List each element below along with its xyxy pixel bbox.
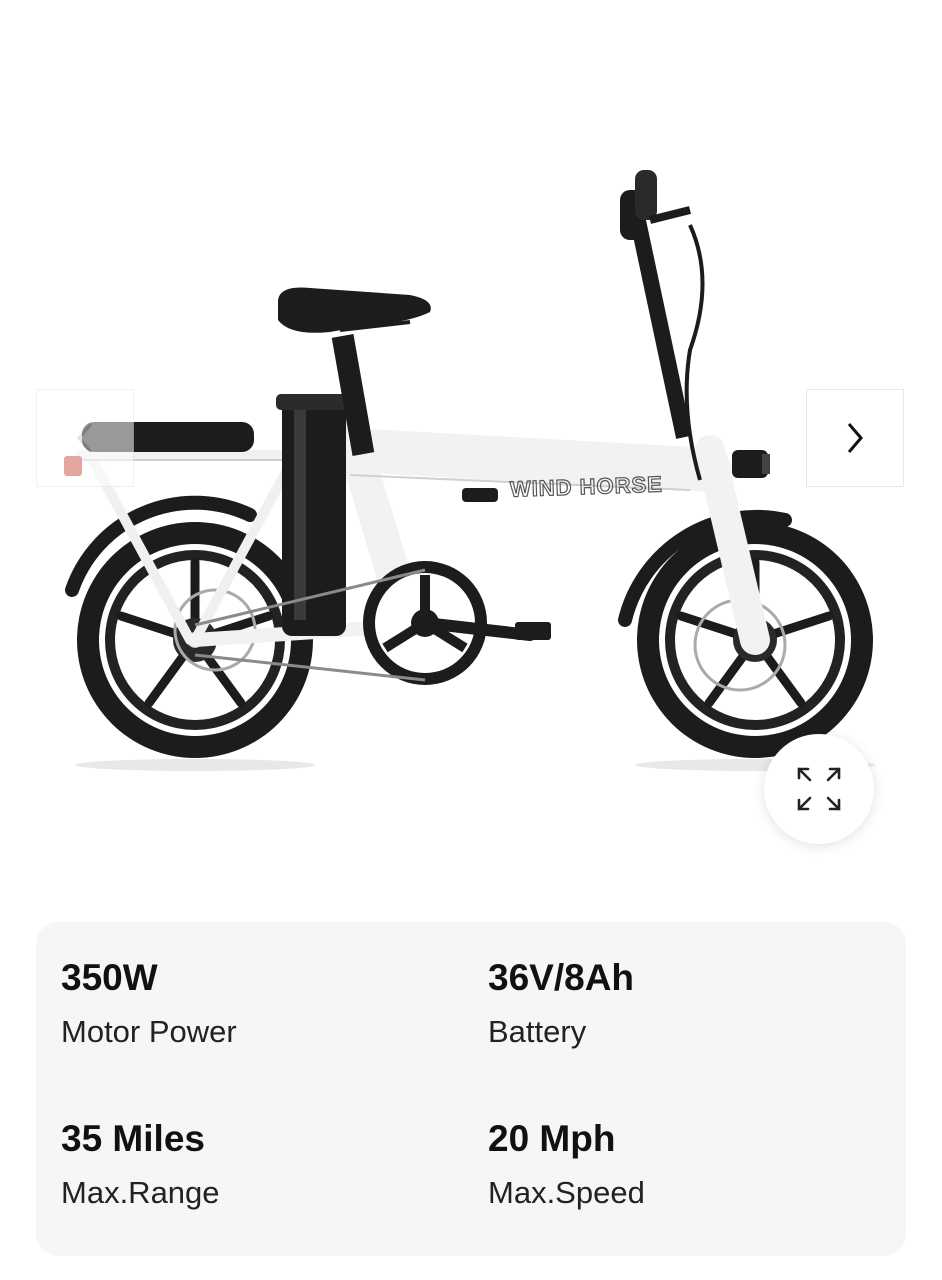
spec-label: Max.Range	[61, 1175, 220, 1210]
chevron-left-icon	[77, 423, 93, 453]
zoom-button[interactable]	[764, 734, 874, 844]
product-image-ebike: WIND HORSE	[64, 170, 875, 771]
spec-value: 350W	[61, 957, 158, 998]
spec-max-speed: 20 Mph Max.Speed	[488, 1117, 868, 1213]
spec-label: Max.Speed	[488, 1175, 645, 1210]
spec-panel: 350W Motor Power 36V/8Ah Battery 35 Mile…	[36, 922, 906, 1256]
spec-motor-power: 350W Motor Power	[61, 956, 441, 1052]
spec-label: Battery	[488, 1014, 587, 1049]
product-page: WIND HORSE 350W Motor Power 36V/8Ah Batt…	[0, 0, 942, 1280]
chevron-right-icon	[847, 423, 863, 453]
spec-value: 20 Mph	[488, 1118, 616, 1159]
brand-wordmark: WIND HORSE	[509, 471, 663, 501]
spec-max-range: 35 Miles Max.Range	[61, 1117, 441, 1213]
spec-value: 35 Miles	[61, 1118, 205, 1159]
spec-battery: 36V/8Ah Battery	[488, 956, 868, 1052]
product-gallery: WIND HORSE	[0, 0, 942, 880]
spec-value: 36V/8Ah	[488, 957, 635, 998]
spec-label: Motor Power	[61, 1014, 237, 1049]
gallery-prev-button[interactable]	[36, 389, 134, 487]
expand-icon	[797, 767, 841, 811]
gallery-next-button[interactable]	[806, 389, 904, 487]
